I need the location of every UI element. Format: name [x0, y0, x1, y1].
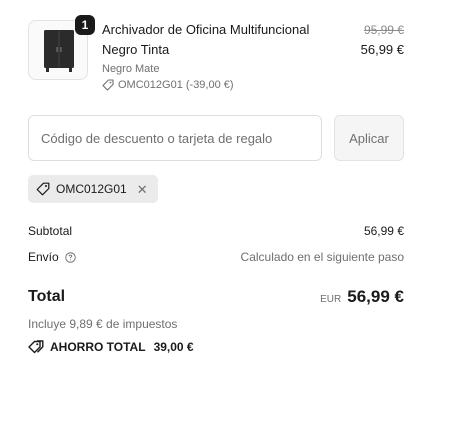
product-variant: Negro Mate [102, 63, 160, 75]
total-row: Total EUR 56,99 € [28, 287, 404, 307]
tag-icon [102, 79, 114, 91]
product-info: Archivador de Oficina Multifuncional Neg… [102, 20, 332, 93]
taxes-note: Incluye 9,89 € de impuestos [28, 317, 178, 331]
apply-button[interactable]: Aplicar [334, 115, 404, 161]
currency-code: EUR [320, 294, 342, 305]
price-current: 56,99 € [360, 42, 404, 57]
product-thumbnail: 1 [28, 15, 95, 80]
applied-code-text: OMC012G01 [56, 182, 127, 196]
quantity-badge: 1 [75, 15, 95, 35]
total-savings: AHORRO TOTAL 39,00 € [28, 340, 194, 354]
subtotal-label: Subtotal [28, 224, 73, 238]
total-value-group: EUR 56,99 € [320, 287, 404, 307]
savings-value: 39,00 € [153, 340, 194, 354]
shipping-label: Envío [28, 250, 59, 264]
product-discount: OMC012G01 (-39,00 €) [102, 77, 332, 93]
applied-discount-chip: OMC012G01 ✕ [28, 175, 158, 203]
product-name: Archivador de Oficina Multifuncional Neg… [102, 22, 310, 57]
total-value: 56,99 € [347, 287, 404, 306]
cabinet-image [44, 30, 74, 72]
product-line-item: 1 Archivador de Oficina Multifuncional N… [28, 15, 404, 93]
order-summary: 1 Archivador de Oficina Multifuncional N… [0, 0, 475, 423]
shipping-label-group: Envío [28, 250, 76, 264]
discount-code-input[interactable] [28, 115, 322, 161]
remove-discount-icon[interactable]: ✕ [137, 183, 148, 196]
total-label: Total [28, 288, 66, 305]
discount-form: Aplicar [28, 115, 404, 161]
product-discount-text: OMC012G01 (-39,00 €) [118, 79, 234, 91]
subtotal-value: 56,99 € [363, 224, 404, 238]
savings-label: AHORRO TOTAL [50, 340, 146, 354]
shipping-value: Calculado en el siguiente paso [240, 250, 404, 264]
price-original: 95,99 € [363, 23, 404, 37]
subtotal-row: Subtotal 56,99 € [28, 224, 404, 238]
tag-icon [28, 340, 44, 354]
help-icon[interactable] [64, 251, 76, 263]
tag-icon [36, 182, 50, 196]
product-prices: 95,99 € 56,99 € [361, 20, 404, 60]
shipping-row: Envío Calculado en el siguiente paso [28, 250, 404, 264]
